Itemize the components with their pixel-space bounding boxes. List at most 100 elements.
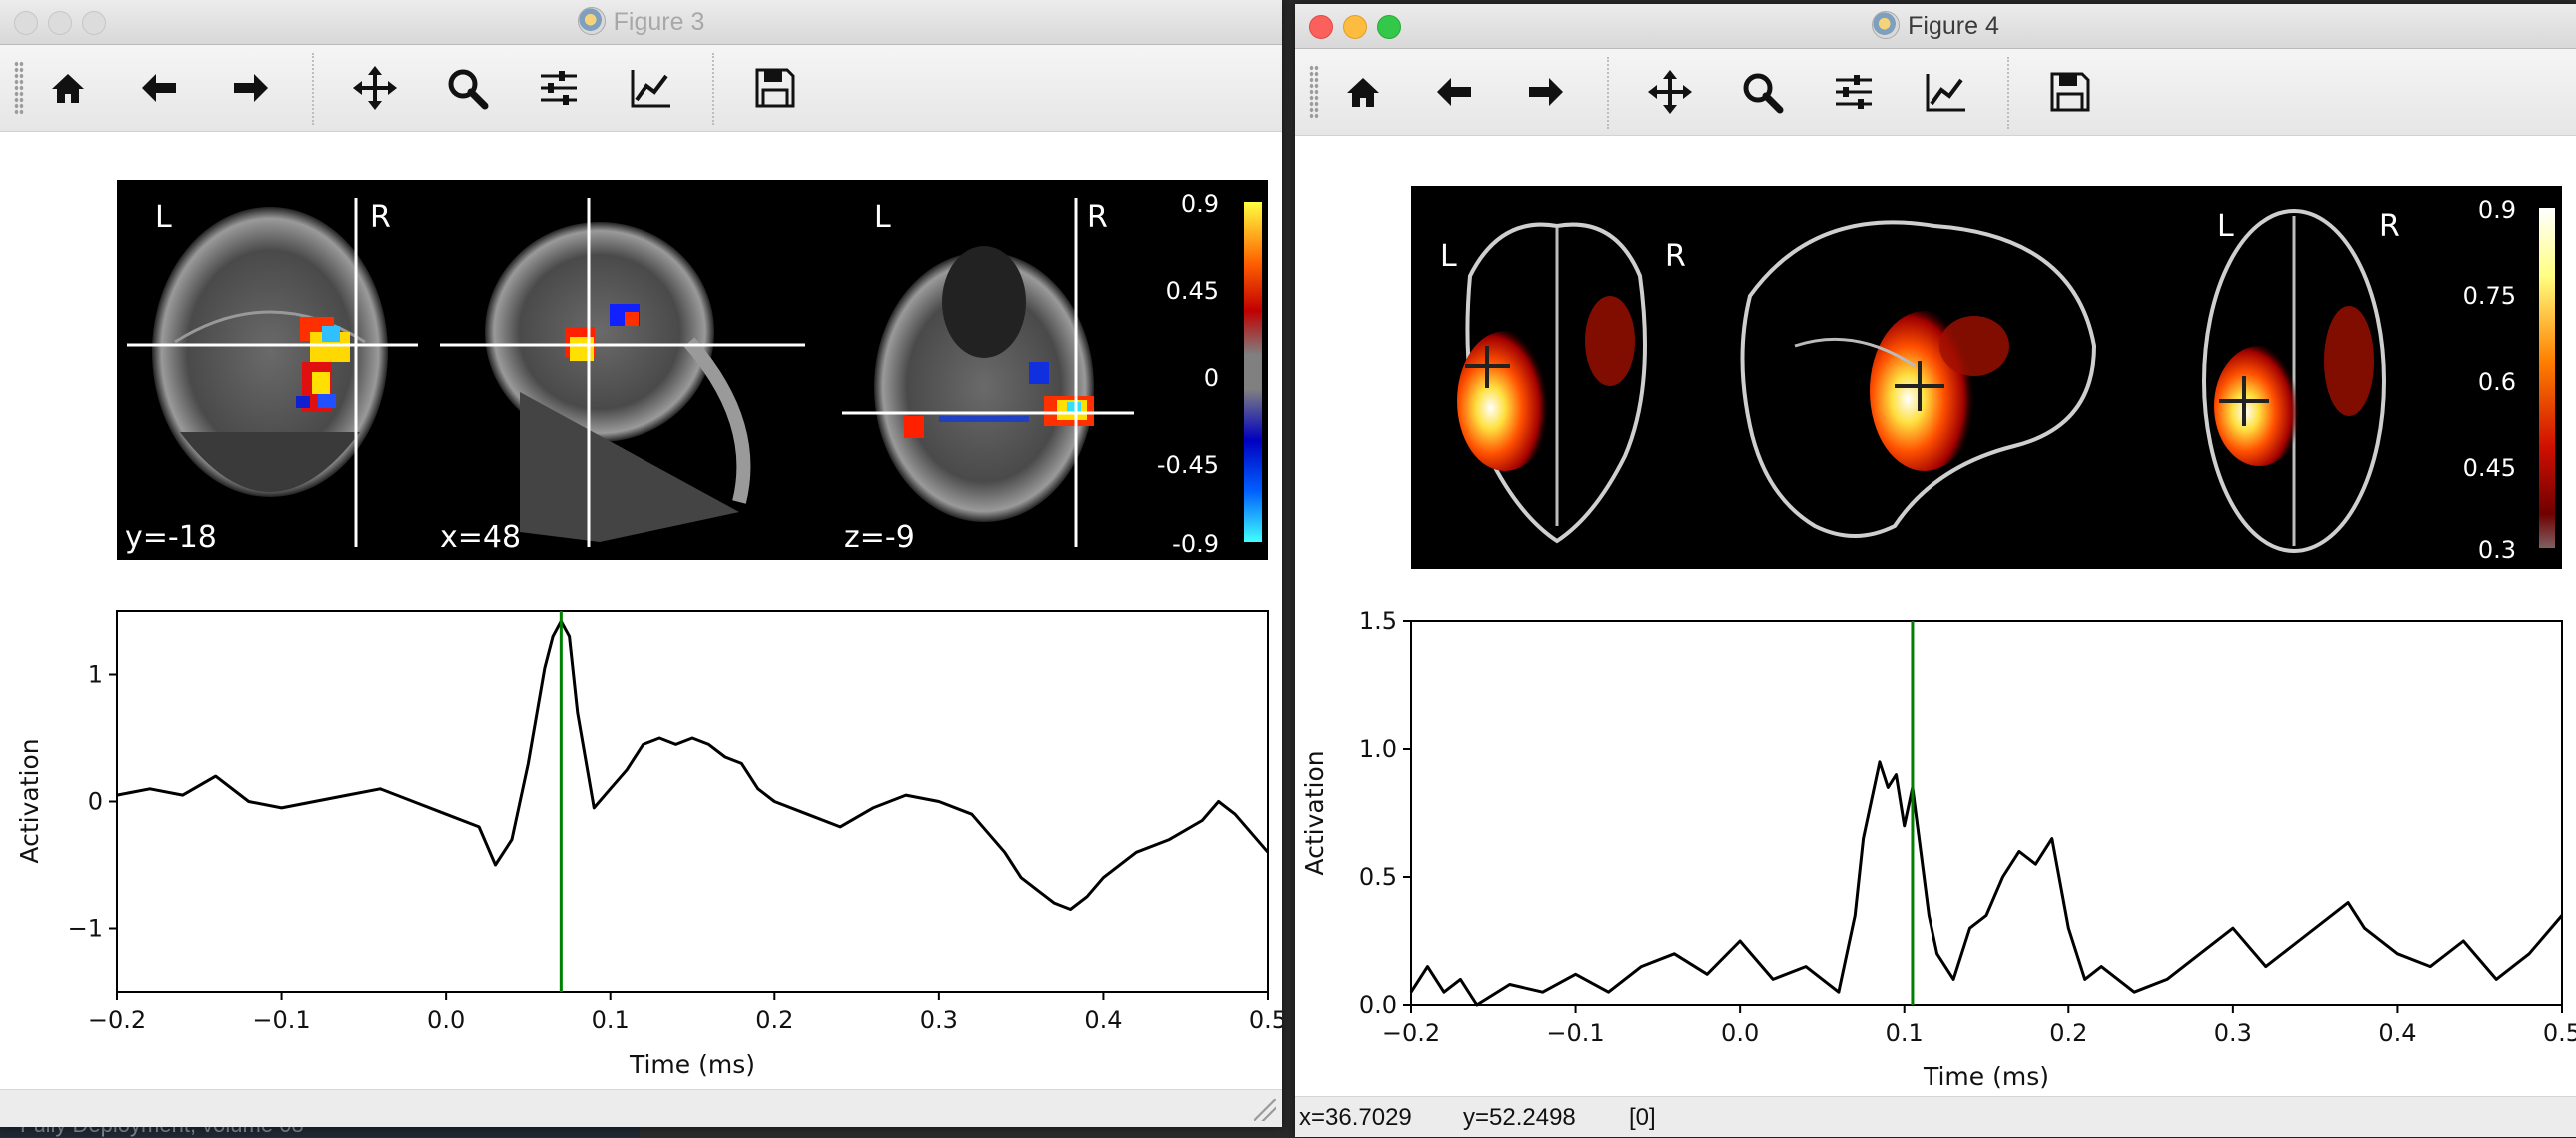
glass-right-label: R <box>1665 239 1686 274</box>
x-tick-label: 0.0 <box>427 1006 465 1034</box>
figure3-toolbar <box>0 45 1282 132</box>
sliders-icon <box>1836 75 1872 109</box>
window-title: Figure 4 <box>1295 4 2576 48</box>
toolbar-separator <box>312 53 314 125</box>
glass-axial-right-label: R <box>2379 209 2400 244</box>
forward-button[interactable] <box>1519 66 1571 118</box>
y-axis-label: Activation <box>1300 750 1329 875</box>
coronal-coord-label: y=-18 <box>125 520 217 555</box>
x-axis-label: Time (ms) <box>629 1050 755 1079</box>
subplots-button[interactable] <box>1828 66 1880 118</box>
y-tick-label: 0 <box>88 788 103 816</box>
toolbar-separator <box>2007 57 2009 129</box>
axial-right-label: R <box>1087 200 1108 235</box>
pan-button[interactable] <box>349 62 401 114</box>
matplotlib-icon <box>577 7 606 36</box>
move-icon <box>353 66 397 110</box>
pan-button[interactable] <box>1644 66 1696 118</box>
colorbar-tick: 0 <box>1204 364 1219 392</box>
back-button[interactable] <box>134 62 186 114</box>
glass-brain-panel: L R L R 0.9 0.75 0.6 0.45 0.3 <box>1411 186 2562 569</box>
figure4-window: Figure 4 L R L R 0.9 0.75 0.6 0.45 0.3 A… <box>1295 4 2576 1137</box>
x-tick-label: 0.2 <box>755 1006 793 1034</box>
home-button[interactable] <box>42 62 94 114</box>
arrow-right-icon <box>1529 78 1563 106</box>
figure3-window: Figure 3 L R y=-18 x=48 L R z=-9 0.9 0.4… <box>0 0 1282 1127</box>
toolbar-grip[interactable] <box>14 61 24 115</box>
line-chart-icon <box>631 70 670 108</box>
y-tick-label: −1 <box>68 915 103 943</box>
x-tick-label: 0.5 <box>2543 1019 2576 1047</box>
sliders-icon <box>541 71 577 105</box>
save-button[interactable] <box>749 62 801 114</box>
y-tick-label: 1 <box>88 661 103 689</box>
x-axis-label: Time (ms) <box>1923 1062 2049 1091</box>
resize-grip[interactable] <box>1254 1099 1276 1121</box>
home-button[interactable] <box>1337 66 1389 118</box>
colorbar-tick: 0.45 <box>1166 277 1219 305</box>
edit-axes-button[interactable] <box>625 62 676 114</box>
figure3-titlebar[interactable]: Figure 3 <box>0 0 1282 45</box>
figure4-canvas[interactable]: L R L R 0.9 0.75 0.6 0.45 0.3 Activation… <box>1295 136 2576 1097</box>
x-tick-label: −0.2 <box>88 1006 146 1034</box>
activation-plot[interactable]: Activation Time (ms) −0.2 −0.1 0.0 0.1 0.2 0.… <box>1300 607 2576 1091</box>
x-tick-label: −0.1 <box>252 1006 310 1034</box>
magnifier-icon <box>448 69 489 110</box>
coronal-left-label: L <box>155 200 172 235</box>
x-tick-label: 0.3 <box>2214 1019 2252 1047</box>
glass-left-label: L <box>1440 239 1457 274</box>
colorbar-tick: 0.3 <box>2478 536 2516 564</box>
y-tick-label: 0.5 <box>1359 863 1397 891</box>
edit-axes-button[interactable] <box>1920 66 1971 118</box>
figure4-statusbar: x=36.7029 y=52.2498 [0] <box>1295 1096 2576 1137</box>
home-icon <box>52 74 84 103</box>
save-button[interactable] <box>2044 66 2096 118</box>
colorbar-tick: 0.45 <box>2463 454 2516 482</box>
colorbar-tick: 0.75 <box>2463 282 2516 310</box>
arrow-left-icon <box>1437 78 1471 106</box>
matplotlib-icon <box>1872 11 1901 40</box>
cursor-x-readout: x=36.7029 <box>1299 1104 1412 1131</box>
brain-slices-panel: L R y=-18 x=48 L R z=-9 0.9 0.45 0 -0.45… <box>117 180 1268 560</box>
plot-axes-frame <box>116 610 1269 993</box>
figure3-statusbar <box>0 1089 1282 1127</box>
x-tick-label: 0.4 <box>1084 1006 1122 1034</box>
y-tick-label: 0.0 <box>1359 991 1397 1019</box>
y-axis-label: Activation <box>15 738 44 863</box>
zoom-button[interactable] <box>1736 66 1788 118</box>
subplots-button[interactable] <box>533 62 585 114</box>
x-tick-label: 0.5 <box>1249 1006 1282 1034</box>
activation-plot[interactable]: Activation Time (ms) −0.2 −0.1 0.0 0.1 0.2 0.… <box>15 610 1282 1079</box>
x-tick-label: 0.2 <box>2049 1019 2087 1047</box>
magnifier-icon <box>1743 73 1784 114</box>
floppy-disk-icon <box>2050 72 2090 112</box>
toolbar-grip[interactable] <box>1309 65 1319 119</box>
forward-button[interactable] <box>224 62 276 114</box>
axial-coord-label: z=-9 <box>844 520 915 555</box>
floppy-disk-icon <box>755 68 795 108</box>
glass-axial-left-label: L <box>2217 209 2234 244</box>
toolbar-separator <box>1607 57 1609 129</box>
colorbar-tick: 0.6 <box>2478 368 2516 396</box>
x-tick-label: 0.1 <box>592 1006 630 1034</box>
x-tick-label: 0.4 <box>2378 1019 2416 1047</box>
coronal-right-label: R <box>370 200 391 235</box>
colorbar-tick: 0.9 <box>2478 196 2516 224</box>
figure4-titlebar[interactable]: Figure 4 <box>1295 4 2576 49</box>
back-button[interactable] <box>1429 66 1481 118</box>
x-tick-label: 0.3 <box>920 1006 958 1034</box>
figure4-toolbar <box>1295 49 2576 136</box>
toolbar-separator <box>712 53 714 125</box>
colorbar-tick: -0.9 <box>1172 530 1219 558</box>
colorbar-tick: -0.45 <box>1157 451 1219 479</box>
y-tick-label: 1.5 <box>1359 607 1397 635</box>
zoom-button[interactable] <box>441 62 493 114</box>
axial-left-label: L <box>874 200 891 235</box>
x-tick-label: −0.1 <box>1546 1019 1604 1047</box>
x-tick-label: 0.0 <box>1721 1019 1759 1047</box>
cursor-value-readout: [0] <box>1629 1104 1656 1131</box>
colorbar-tick: 0.9 <box>1181 190 1219 218</box>
figure3-canvas[interactable]: L R y=-18 x=48 L R z=-9 0.9 0.45 0 -0.45… <box>0 132 1282 1089</box>
move-icon <box>1648 70 1692 114</box>
arrow-left-icon <box>142 74 176 102</box>
